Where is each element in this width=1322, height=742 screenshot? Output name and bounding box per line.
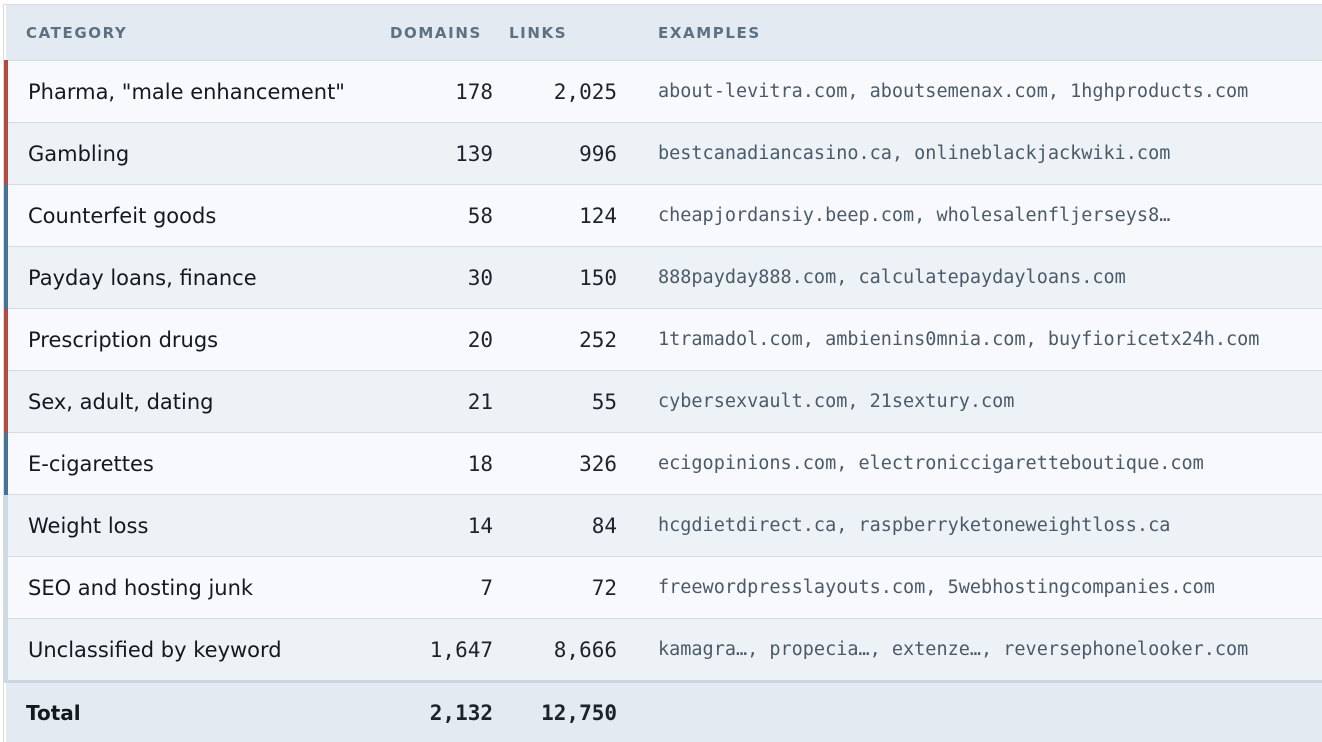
- row-category: Unclassified by keyword: [4, 618, 364, 682]
- row-category: Counterfeit goods: [4, 184, 364, 247]
- row-category: Prescription drugs: [4, 308, 364, 371]
- table-footer: Total 2,132 12,750: [6, 680, 1322, 742]
- total-row: Total 2,132 12,750: [6, 680, 1322, 742]
- total-domains: 2,132: [364, 680, 493, 742]
- row-links: 55: [493, 370, 617, 433]
- total-label: Total: [6, 680, 364, 742]
- row-domains: 58: [364, 184, 493, 247]
- row-links: 326: [493, 432, 617, 495]
- row-domains: 178: [364, 60, 493, 123]
- row-examples: cybersexvault.com, 21sextury.com: [617, 370, 1322, 433]
- row-links: 124: [493, 184, 617, 247]
- row-links: 252: [493, 308, 617, 371]
- row-links: 84: [493, 494, 617, 557]
- row-category: E-cigarettes: [4, 432, 364, 495]
- row-category: Gambling: [4, 122, 364, 185]
- table-row: Sex, adult, dating 21 55 cybersexvault.com,…: [4, 370, 1322, 433]
- total-examples-empty: [617, 680, 1322, 742]
- row-links: 996: [493, 122, 617, 185]
- row-examples: cheapjordansiy.beep.com, wholesalenfljer…: [617, 184, 1322, 247]
- row-domains: 1,647: [364, 618, 493, 682]
- row-links: 8,666: [493, 618, 617, 682]
- table-row: Counterfeit goods 58 124 cheapjordansiy.bee…: [4, 184, 1322, 247]
- row-examples: hcgdietdirect.ca, raspberryketoneweightl…: [617, 494, 1322, 557]
- row-examples: ecigopinions.com, electroniccigarettebou…: [617, 432, 1322, 495]
- header-links: LINKS: [493, 5, 617, 61]
- row-examples: freewordpresslayouts.com, 5webhostingcom…: [617, 556, 1322, 619]
- row-domains: 7: [364, 556, 493, 619]
- table-row: Pharma, "male enhancement" 178 2,025 about-…: [4, 60, 1322, 123]
- row-category: Payday loans, finance: [4, 246, 364, 309]
- row-examples: 888payday888.com, calculatepaydayloans.c…: [617, 246, 1322, 309]
- row-category: SEO and hosting junk: [4, 556, 364, 619]
- header-row: CATEGORY DOMAINS LINKS EXAMPLES: [6, 5, 1322, 61]
- row-domains: 139: [364, 122, 493, 185]
- table-row: Weight loss 14 84 hcgdietdirect.ca, raspber…: [4, 494, 1322, 557]
- table-row: Unclassified by keyword 1,647 8,666 kamagra…: [4, 618, 1322, 682]
- row-examples: kamagra…, propecia…, extenze…, reverseph…: [617, 618, 1322, 682]
- header-domains: DOMAINS: [364, 5, 493, 61]
- total-links: 12,750: [493, 680, 617, 742]
- header-category: CATEGORY: [6, 5, 364, 61]
- spam-category-table-container: CATEGORY DOMAINS LINKS EXAMPLES Pharma, …: [3, 4, 1322, 742]
- spam-category-table: CATEGORY DOMAINS LINKS EXAMPLES Pharma, …: [4, 5, 1322, 742]
- row-links: 72: [493, 556, 617, 619]
- row-examples: bestcanadiancasino.ca, onlineblackjackwi…: [617, 122, 1322, 185]
- row-examples: 1tramadol.com, ambienins0mnia.com, buyfi…: [617, 308, 1322, 371]
- header-examples: EXAMPLES: [617, 5, 1322, 61]
- row-category: Pharma, "male enhancement": [4, 60, 364, 123]
- row-domains: 21: [364, 370, 493, 433]
- row-domains: 14: [364, 494, 493, 557]
- table-row: E-cigarettes 18 326 ecigopinions.com, elect…: [4, 432, 1322, 495]
- table-row: Prescription drugs 20 252 1tramadol.com, am…: [4, 308, 1322, 371]
- row-examples: about-levitra.com, aboutsemenax.com, 1hg…: [617, 60, 1322, 123]
- table-row: Payday loans, finance 30 150 888payday888.c…: [4, 246, 1322, 309]
- row-category: Weight loss: [4, 494, 364, 557]
- table-body: Pharma, "male enhancement" 178 2,025 about-…: [4, 60, 1322, 682]
- table-header: CATEGORY DOMAINS LINKS EXAMPLES: [6, 5, 1322, 61]
- table-row: SEO and hosting junk 7 72 freewordpresslayo…: [4, 556, 1322, 619]
- row-domains: 30: [364, 246, 493, 309]
- row-links: 150: [493, 246, 617, 309]
- row-domains: 20: [364, 308, 493, 371]
- row-category: Sex, adult, dating: [4, 370, 364, 433]
- table-row: Gambling 139 996 bestcanadiancasino.ca, onl…: [4, 122, 1322, 185]
- row-links: 2,025: [493, 60, 617, 123]
- row-domains: 18: [364, 432, 493, 495]
